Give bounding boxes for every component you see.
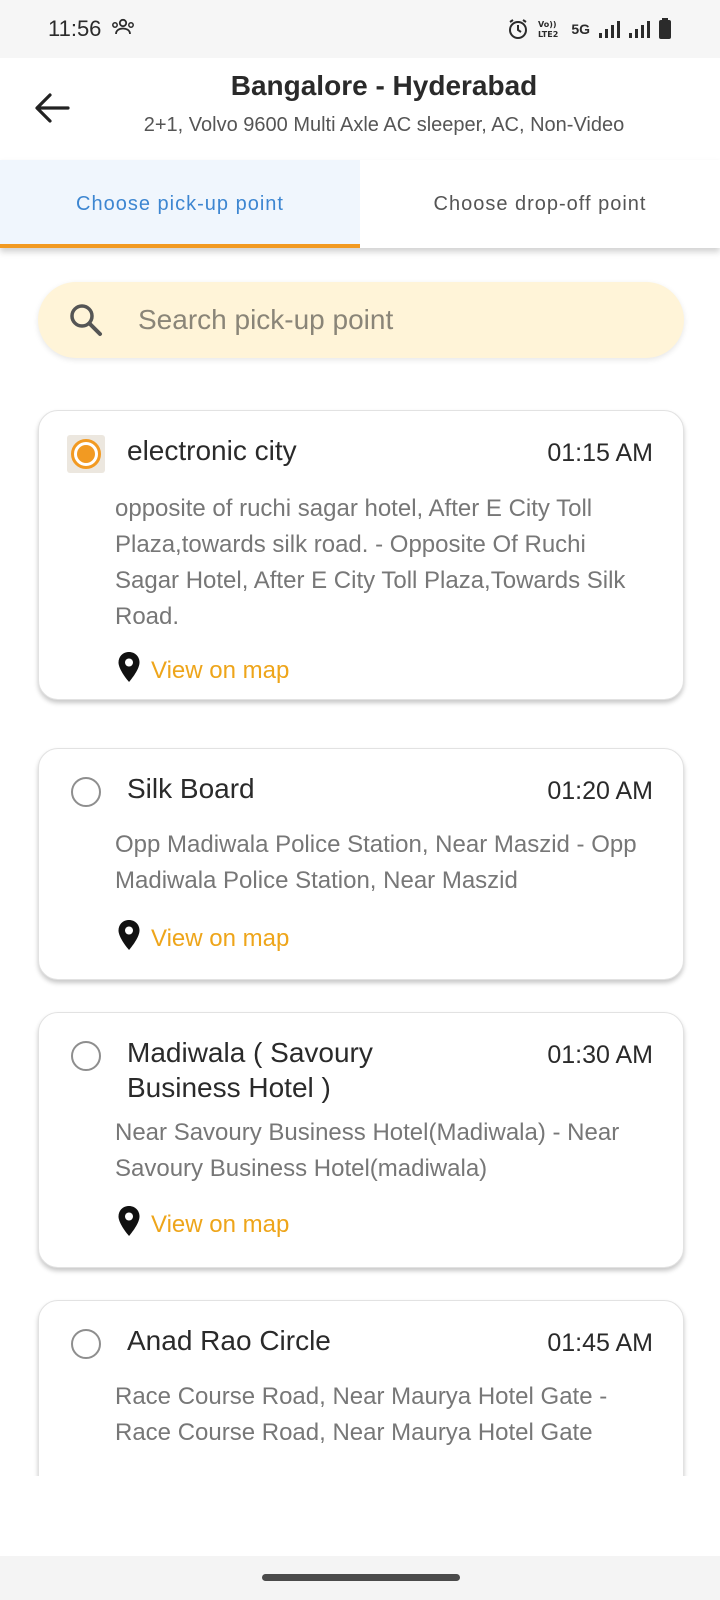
signal-icon-2 xyxy=(628,19,650,39)
stop-time: 01:45 AM xyxy=(547,1329,653,1357)
stop-name: Madiwala ( Savoury Business Hotel ) xyxy=(127,1037,373,1103)
bus-info: 2+1, Volvo 9600 Multi Axle AC sleeper, A… xyxy=(143,114,625,136)
status-left: 11:56 xyxy=(48,16,135,42)
search-bar[interactable] xyxy=(38,282,684,358)
status-time: 11:56 xyxy=(48,16,102,41)
pickup-point-list: electronic city 01:15 AM opposite of ruc… xyxy=(0,380,720,1476)
location-pin-icon xyxy=(117,651,141,690)
stop-time: 01:15 AM xyxy=(547,439,653,467)
stop-time: 01:20 AM xyxy=(547,777,653,805)
radio-button-selected[interactable] xyxy=(67,435,105,473)
search-input[interactable] xyxy=(138,304,618,336)
battery-icon xyxy=(658,18,672,40)
stop-address: Opp Madiwala Police Station, Near Maszid… xyxy=(115,831,637,894)
pickup-point-card-anad-rao-circle[interactable]: Anad Rao Circle 01:45 AM Race Course Roa… xyxy=(38,1300,684,1476)
stop-name: Silk Board xyxy=(127,773,255,804)
svg-text:Vo)): Vo)) xyxy=(538,20,557,29)
view-on-map-link[interactable]: View on map xyxy=(117,919,289,958)
app-header: Bangalore - Hyderabad 2+1, Volvo 9600 Mu… xyxy=(0,58,720,160)
status-right: Vo)) LTE2 5G xyxy=(507,18,672,40)
location-pin-icon xyxy=(117,919,141,958)
pickup-point-card-electronic-city[interactable]: electronic city 01:15 AM opposite of ruc… xyxy=(38,410,684,700)
stop-address: Race Course Road, Near Maurya Hotel Gate… xyxy=(115,1383,608,1446)
view-on-map-label: View on map xyxy=(151,1210,290,1238)
radio-ring xyxy=(71,439,101,469)
stop-time: 01:30 AM xyxy=(547,1041,653,1069)
radio-button[interactable] xyxy=(71,777,101,807)
view-on-map-link[interactable]: View on map xyxy=(117,1205,289,1244)
radio-button[interactable] xyxy=(71,1041,101,1071)
view-on-map-link[interactable]: View on map xyxy=(117,651,289,690)
view-on-map-label: View on map xyxy=(151,656,290,684)
pickup-point-card-madiwala[interactable]: Madiwala ( Savoury Business Hotel ) 01:3… xyxy=(38,1012,684,1268)
route-title: Bangalore - Hyderabad xyxy=(230,70,538,101)
stop-address: opposite of ruchi sagar hotel, After E C… xyxy=(115,495,626,630)
stop-name: electronic city xyxy=(127,435,297,466)
people-icon xyxy=(111,16,135,42)
search-icon xyxy=(66,300,106,340)
location-pin-icon xyxy=(117,1205,141,1244)
stop-name: Anad Rao Circle xyxy=(127,1325,331,1356)
view-on-map-label: View on map xyxy=(151,924,290,952)
alarm-icon xyxy=(507,18,529,40)
svg-text:LTE2: LTE2 xyxy=(538,30,558,39)
home-indicator[interactable] xyxy=(262,1574,460,1581)
status-bar: 11:56 Vo)) LTE2 5G xyxy=(0,0,720,58)
radio-button[interactable] xyxy=(71,1329,101,1359)
radio-dot xyxy=(77,445,95,463)
tab-pick-up[interactable]: Choose pick-up point xyxy=(0,160,360,248)
signal-icon-1 xyxy=(598,19,620,39)
volte-icon: Vo)) LTE2 xyxy=(537,18,563,40)
tab-bar: Choose pick-up point Choose drop-off poi… xyxy=(0,160,720,248)
tab-drop-off[interactable]: Choose drop-off point xyxy=(360,160,720,248)
network-type-label: 5G xyxy=(571,21,590,37)
stop-address: Near Savoury Business Hotel(Madiwala) - … xyxy=(115,1119,620,1182)
pickup-point-card-silk-board[interactable]: Silk Board 01:20 AM Opp Madiwala Police … xyxy=(38,748,684,980)
